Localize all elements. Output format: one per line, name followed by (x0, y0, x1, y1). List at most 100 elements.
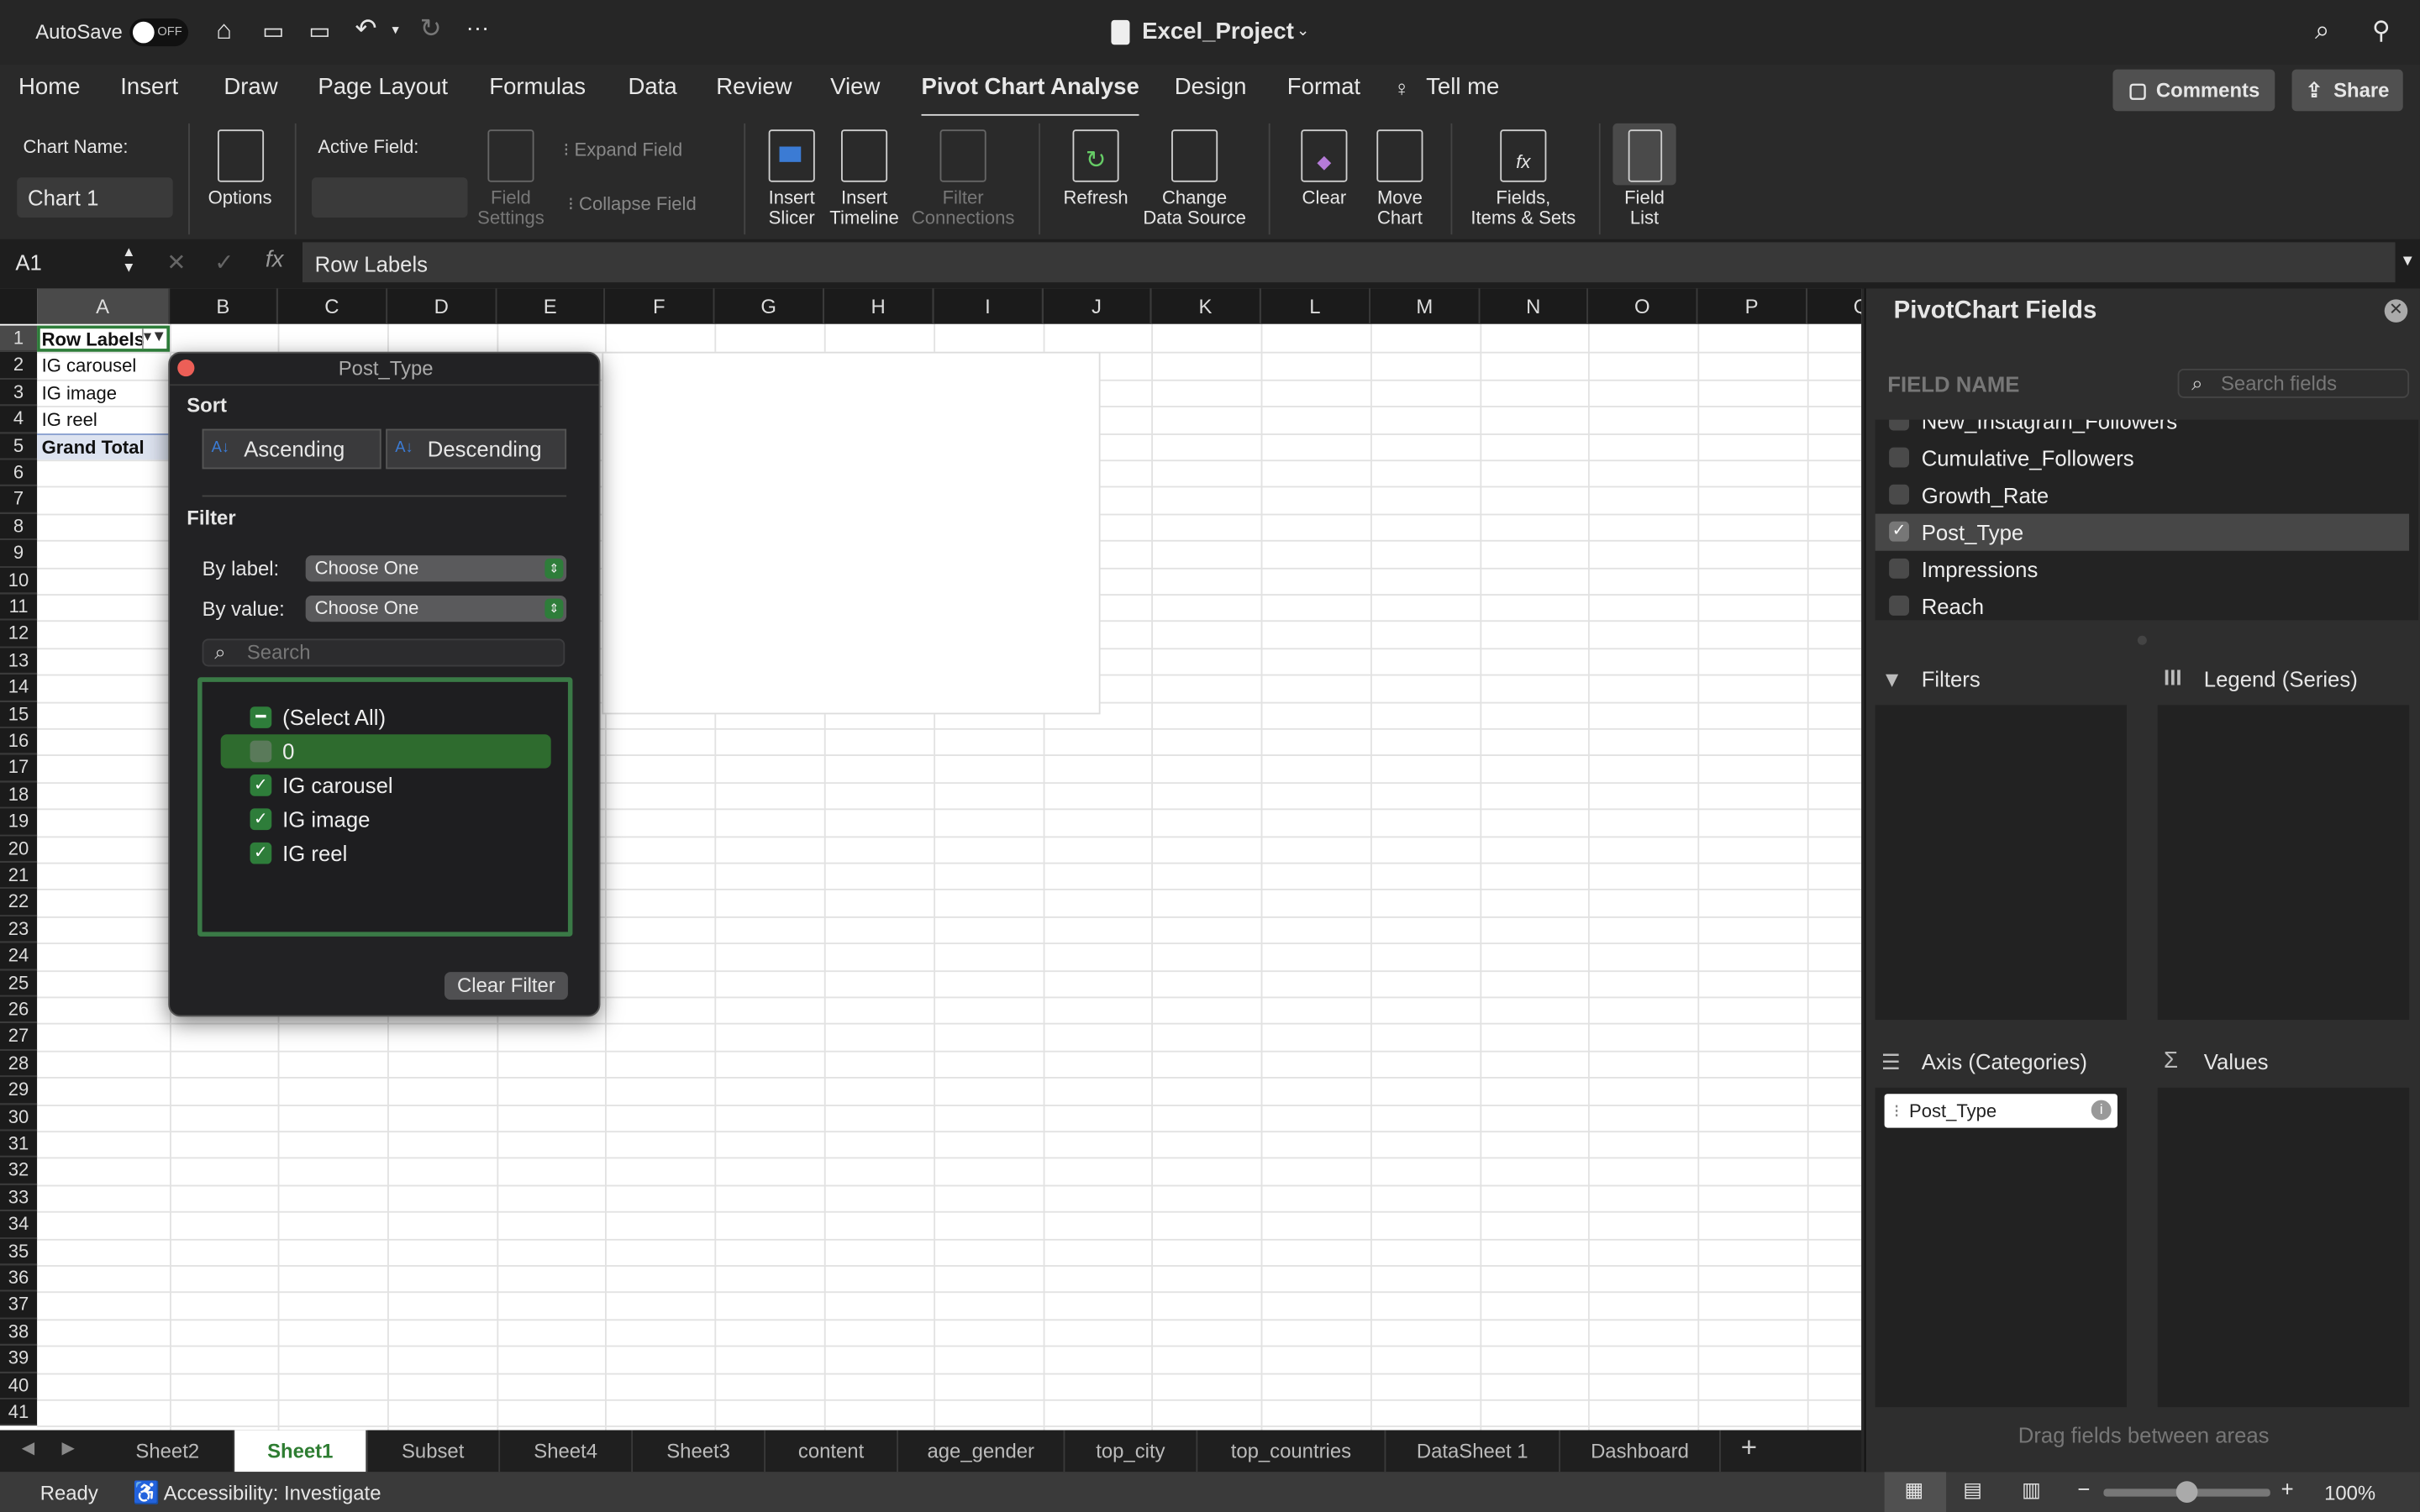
filter-item[interactable]: ✓ IG reel (221, 836, 551, 869)
by-label-select[interactable]: Choose One ⇕ (305, 555, 567, 582)
move-chart-button[interactable]: Move Chart (1365, 129, 1435, 228)
row-header-41[interactable]: 41 (0, 1399, 38, 1426)
name-box[interactable]: A1 (15, 250, 41, 275)
checkbox-mixed[interactable]: ━ (250, 706, 272, 728)
sheet-tab-subset[interactable]: Subset (367, 1430, 501, 1473)
expand-formula-icon[interactable]: ▼ (2400, 253, 2415, 270)
sheet-tab-sheet4[interactable]: Sheet4 (500, 1430, 634, 1473)
checkbox-unchecked[interactable] (1889, 419, 1909, 431)
field-item[interactable]: Cumulative_Followers (1876, 439, 2409, 476)
search-icon[interactable]: ⌕ (2315, 15, 2330, 46)
share-button[interactable]: Share ⇪ (2291, 69, 2403, 112)
row-header-15[interactable]: 15 (0, 701, 38, 728)
field-item[interactable]: New_Instagram_Followers (1876, 419, 2409, 440)
checkbox-unchecked[interactable] (1889, 558, 1909, 579)
row-header-10[interactable]: 10 (0, 567, 38, 595)
checkbox-checked[interactable]: ✓ (250, 774, 272, 796)
column-header-K[interactable]: K (1151, 288, 1261, 324)
account-icon[interactable]: ⚲ (2372, 15, 2391, 46)
tab-view[interactable]: View (830, 74, 880, 100)
insert-timeline-button[interactable]: Insert Timeline (827, 129, 901, 228)
field-item[interactable]: ✓ Post_Type (1875, 513, 2410, 551)
field-item[interactable]: Impressions (1876, 551, 2409, 588)
filters-area[interactable] (1875, 705, 2127, 1021)
filter-connections-button[interactable]: Filter Connections (908, 129, 1018, 228)
column-header-C[interactable]: C (277, 288, 388, 324)
row-header-11[interactable]: 11 (0, 594, 38, 622)
row-header-38[interactable]: 38 (0, 1319, 38, 1346)
accessibility-status[interactable]: Accessibility: Investigate (164, 1481, 381, 1504)
cancel-icon[interactable]: ✕ (166, 249, 186, 276)
sheet-tab-sheet2[interactable]: Sheet2 (102, 1430, 235, 1473)
formula-input[interactable]: Row Labels (302, 242, 2396, 283)
cell-A4[interactable]: IG reel (42, 409, 97, 431)
zoom-in-button[interactable]: + (2281, 1477, 2294, 1501)
row-header-26[interactable]: 26 (0, 996, 38, 1024)
info-icon[interactable]: i (2091, 1100, 2112, 1121)
legend-area[interactable] (2157, 705, 2410, 1021)
row-header-31[interactable]: 31 (0, 1131, 38, 1158)
enter-icon[interactable]: ✓ (214, 249, 234, 276)
checkbox-unchecked[interactable] (250, 740, 272, 763)
active-field-input[interactable] (312, 177, 468, 218)
column-header-B[interactable]: B (170, 288, 278, 324)
filter-dropdown-button[interactable]: ▾▼ (141, 328, 166, 349)
undo-icon[interactable]: ↶ (355, 14, 376, 45)
column-header-M[interactable]: M (1370, 288, 1481, 324)
add-sheet-button[interactable]: + (1741, 1431, 1757, 1464)
splitter-handle[interactable] (2137, 635, 2147, 645)
row-header-9[interactable]: 9 (0, 540, 38, 568)
column-header-Q[interactable]: Q (1807, 288, 1862, 324)
cell-A2[interactable]: IG carousel (42, 355, 137, 377)
row-header-12[interactable]: 12 (0, 621, 38, 648)
checkbox-unchecked[interactable] (1889, 484, 1909, 505)
sheet-tab-sheet1[interactable]: Sheet1 (234, 1430, 368, 1473)
row-header-30[interactable]: 30 (0, 1104, 38, 1131)
sheet-tab-sheet3[interactable]: Sheet3 (633, 1430, 766, 1473)
change-data-source-button[interactable]: Change Data Source (1139, 129, 1249, 228)
refresh-button[interactable]: ↻ Refresh (1055, 129, 1136, 208)
save-as-icon[interactable]: ▭ (308, 17, 330, 45)
filter-item[interactable]: ✓ IG image (221, 802, 551, 836)
row-header-32[interactable]: 32 (0, 1158, 38, 1185)
chevron-down-icon[interactable]: ⌄ (1297, 24, 1309, 40)
field-item[interactable]: Growth_Rate (1876, 477, 2409, 514)
tab-tell-me[interactable]: Tell me (1426, 74, 1499, 100)
filter-item[interactable]: ✓ IG carousel (221, 769, 551, 802)
tab-draw[interactable]: Draw (224, 74, 277, 100)
row-header-37[interactable]: 37 (0, 1292, 38, 1319)
name-box-stepper-icon[interactable]: ▲ ▼ (122, 244, 135, 275)
column-header-J[interactable]: J (1043, 288, 1152, 324)
sort-descending-button[interactable]: A↓ Descending (386, 428, 567, 470)
tab-home[interactable]: Home (18, 74, 80, 100)
row-header-25[interactable]: 25 (0, 969, 38, 997)
autosave-toggle[interactable]: OFF (129, 18, 189, 47)
scroll-right-icon[interactable]: ▶ (61, 1438, 75, 1458)
field-item[interactable]: Reach (1876, 588, 2409, 621)
tab-design[interactable]: Design (1175, 74, 1247, 100)
chart-name-input[interactable]: Chart 1 (17, 177, 173, 218)
close-panel-icon[interactable]: ✕ (2384, 299, 2408, 323)
column-header-G[interactable]: G (714, 288, 824, 324)
row-header-1[interactable]: 1 (0, 325, 38, 353)
redo-icon[interactable]: ↻ (420, 14, 442, 45)
column-header-D[interactable]: D (387, 288, 497, 324)
filter-item[interactable]: ━ (Select All) (221, 701, 551, 734)
row-header-18[interactable]: 18 (0, 781, 38, 809)
column-header-N[interactable]: N (1480, 288, 1588, 324)
select-all-corner[interactable] (0, 288, 38, 324)
row-header-34[interactable]: 34 (0, 1211, 38, 1239)
normal-view-button[interactable]: ▦ (1884, 1472, 1947, 1512)
row-header-35[interactable]: 35 (0, 1238, 38, 1266)
checkbox-checked[interactable]: ✓ (250, 808, 272, 831)
checkbox-unchecked[interactable] (1889, 595, 1909, 616)
row-header-19[interactable]: 19 (0, 808, 38, 836)
row-header-21[interactable]: 21 (0, 862, 38, 890)
row-header-14[interactable]: 14 (0, 674, 38, 701)
home-icon[interactable]: ⌂ (216, 15, 232, 46)
row-header-27[interactable]: 27 (0, 1023, 38, 1051)
fx-icon[interactable]: fx (266, 247, 283, 273)
fields-items-sets-button[interactable]: fx Fields, Items & Sets (1463, 129, 1583, 228)
tab-insert[interactable]: Insert (120, 74, 178, 100)
tab-review[interactable]: Review (716, 74, 792, 100)
